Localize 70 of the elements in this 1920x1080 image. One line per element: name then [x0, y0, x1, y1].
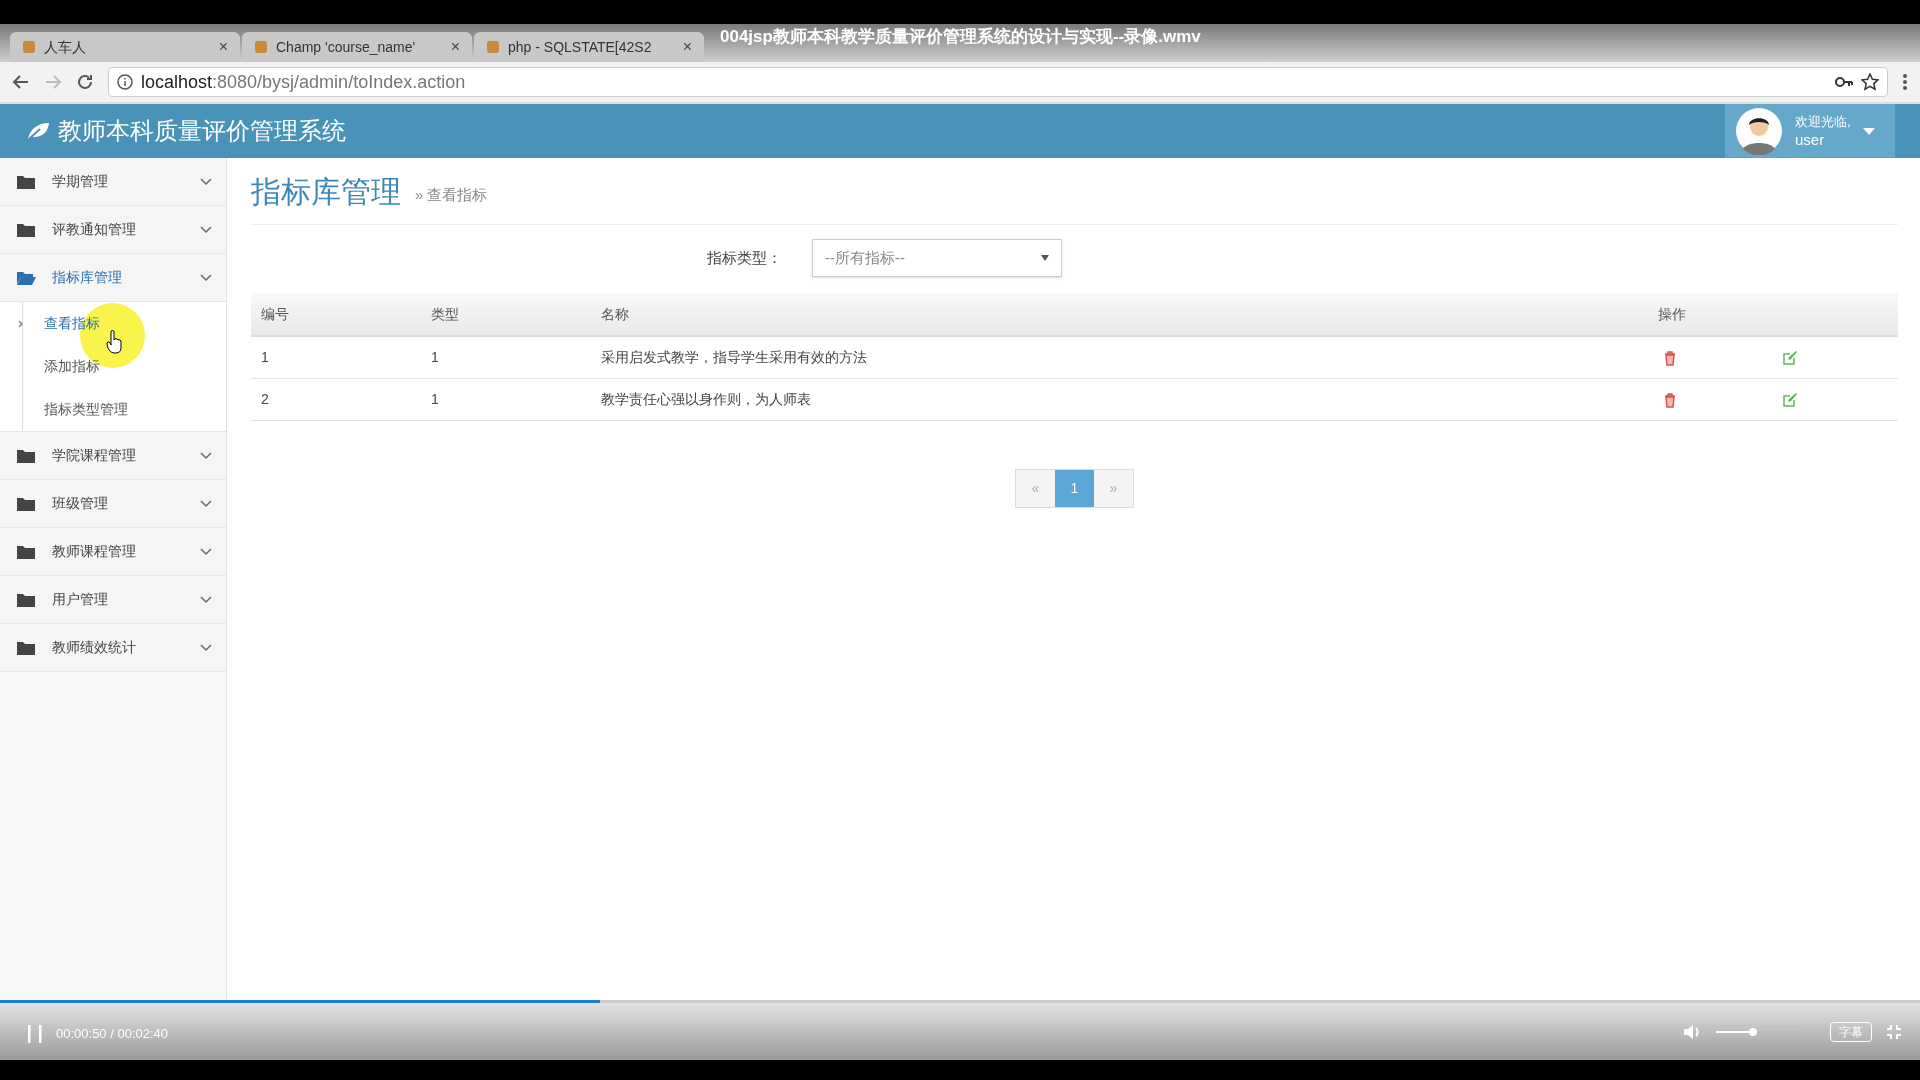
tab-close-icon[interactable]: × [218, 35, 228, 59]
folder-icon [16, 447, 36, 464]
star-icon[interactable] [1861, 73, 1879, 91]
caret-icon [1862, 127, 1875, 135]
greeting-text: 欢迎光临, [1795, 113, 1851, 131]
time-display: 00:00:50 / 00:02:40 [56, 1025, 169, 1043]
tab-close-icon[interactable]: × [450, 35, 460, 59]
url-text: localhost:8080/bysj/admin/toIndex.action [141, 70, 466, 94]
page-title: 指标库管理 [251, 174, 401, 210]
pause-icon[interactable] [28, 1024, 42, 1043]
folder-icon [16, 495, 36, 512]
table-cell-text: 采用启发式教学，指导学生采用有效的方法 [601, 348, 868, 367]
volume-thumb[interactable] [1748, 1028, 1757, 1036]
app-title: 教师本科质量评价管理系统 [58, 116, 346, 146]
open-folder-icon [16, 269, 36, 286]
folder-icon [16, 639, 36, 656]
table-cell-text: 1 [261, 348, 270, 367]
folder-icon [16, 591, 36, 608]
breadcrumb-separator: » [415, 184, 424, 205]
trash-icon[interactable] [1662, 349, 1678, 366]
column-header: 名称 [601, 304, 630, 324]
hand-cursor-icon [106, 330, 124, 354]
exit-fullscreen-icon[interactable] [1886, 1024, 1902, 1040]
favicon-icon [254, 40, 268, 54]
column-header: 编号 [261, 304, 290, 324]
edit-icon[interactable] [1782, 391, 1798, 408]
trash-icon[interactable] [1662, 391, 1678, 408]
folder-icon [16, 543, 36, 560]
user-name: user [1795, 131, 1826, 149]
filter-label: 指标类型： [707, 247, 782, 268]
chevron-icon [200, 547, 212, 556]
table-cell-text: 1 [431, 348, 440, 367]
reload-icon[interactable] [76, 73, 94, 91]
chevron-icon [200, 177, 212, 186]
progress-track[interactable] [0, 1000, 1920, 1003]
avatar-icon [1735, 107, 1783, 155]
menu-icon[interactable] [1902, 73, 1908, 91]
forward-icon[interactable] [44, 73, 62, 91]
leaf-icon [26, 121, 50, 141]
chevron-icon [200, 225, 212, 234]
chevron-icon [200, 643, 212, 652]
folder-icon [16, 173, 36, 190]
browser-tab[interactable]: php - SQLSTATE[42S2 × [474, 32, 704, 62]
chevron-icon [18, 319, 24, 328]
favicon-icon [486, 40, 500, 54]
column-header: 类型 [431, 304, 460, 324]
info-icon [117, 74, 133, 90]
back-icon[interactable] [12, 73, 30, 91]
type-dropdown[interactable]: --所有指标-- [812, 239, 1062, 277]
breadcrumb: 查看指标 [427, 184, 488, 205]
table-cell-text: 2 [261, 390, 270, 409]
folder-icon [16, 221, 36, 238]
favicon-icon [22, 40, 36, 54]
video-title: 004jsp教师本科教学质量评价管理系统的设计与实现--录像.wmv [720, 26, 1201, 48]
table-cell-text: 1 [431, 390, 440, 409]
tab-close-icon[interactable]: × [682, 35, 692, 59]
chevron-icon [200, 451, 212, 460]
browser-tab[interactable]: 人车人 × [10, 32, 240, 62]
chevron-icon [200, 499, 212, 508]
chevron-icon [200, 273, 212, 282]
browser-tab[interactable]: Champ 'course_name' × [242, 32, 472, 62]
table-cell-text: 教学责任心强以身作则，为人师表 [601, 390, 812, 409]
caret-icon [1041, 255, 1049, 261]
key-icon[interactable] [1835, 76, 1853, 88]
address-bar[interactable]: localhost:8080/bysj/admin/toIndex.action [108, 67, 1888, 97]
submenu-item[interactable]: 指标类型管理 [0, 388, 226, 431]
submenu-item[interactable]: 添加指标 [0, 345, 226, 388]
edit-icon[interactable] [1782, 349, 1798, 366]
column-header: 操作 [1658, 304, 1687, 324]
chevron-icon [200, 595, 212, 604]
